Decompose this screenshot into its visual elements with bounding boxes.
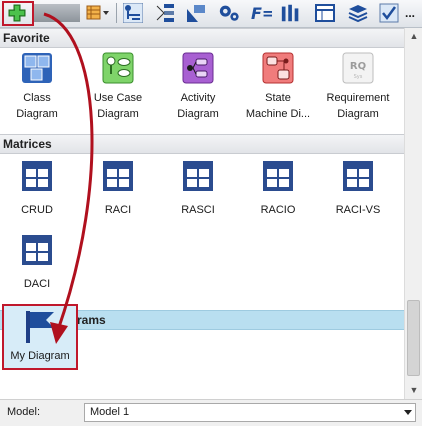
- state-machine-diagram-tile[interactable]: State Machine Di...: [238, 52, 318, 122]
- matrix-tile-daci[interactable]: DACI: [0, 234, 77, 292]
- tile-label: RACI: [104, 204, 132, 216]
- tile-label: Diagram: [177, 108, 219, 120]
- shape-icon: [187, 5, 205, 22]
- model-row: Model: Model 1: [0, 399, 422, 426]
- toolbar-tree-button[interactable]: [122, 2, 144, 24]
- requirement-diagram-icon: RQ Sys: [342, 52, 374, 84]
- favorite-section-header: Favorite: [0, 28, 404, 48]
- svg-text:Sys: Sys: [354, 74, 363, 80]
- toolbar-tools-button[interactable]: [280, 2, 302, 24]
- tools-icon: [281, 4, 299, 22]
- my-diagram-tile[interactable]: My Diagram: [2, 304, 78, 370]
- tile-label: RACI-VS: [335, 204, 381, 216]
- toolbar-check-button[interactable]: [378, 2, 400, 24]
- diagram-type-dropdown[interactable]: [84, 2, 112, 24]
- matrix-tile-raci-vs[interactable]: RACI-VS: [318, 160, 398, 218]
- scroll-down-icon[interactable]: ▼: [408, 384, 420, 396]
- gear-icon: [219, 5, 239, 21]
- matrix-icon: [103, 161, 133, 191]
- matrix-icon: [183, 161, 213, 191]
- tree-icon: [123, 3, 143, 23]
- matrix-tile-raci[interactable]: RACI: [78, 160, 158, 218]
- state-machine-diagram-icon: [262, 52, 294, 84]
- requirement-diagram-tile[interactable]: RQ Sys Requirement Diagram: [318, 52, 398, 122]
- toolbar-settings-button[interactable]: [218, 2, 240, 24]
- layers-icon: [348, 5, 368, 23]
- toolbar-hierarchy-button[interactable]: [154, 2, 176, 24]
- tile-label: Diagram: [337, 108, 379, 120]
- class-diagram-tile[interactable]: Class Diagram: [0, 52, 77, 122]
- tile-label: RASCI: [181, 204, 215, 216]
- model-label: Model:: [7, 406, 41, 418]
- tile-label: Diagram: [97, 108, 139, 120]
- matrix-icon: [263, 161, 293, 191]
- hierarchy-icon: [156, 4, 174, 22]
- tile-label: My Diagram: [10, 350, 70, 362]
- flag-icon: [26, 311, 54, 343]
- grid-dropdown-icon: [86, 5, 109, 20]
- toolbar-layers-button[interactable]: [347, 2, 369, 24]
- toolbar-table-button[interactable]: [314, 2, 336, 24]
- function-icon: F=: [251, 4, 272, 23]
- matrix-icon: [22, 161, 52, 191]
- toolbar-disabled-area: [34, 4, 80, 22]
- tile-label: Use Case: [93, 92, 143, 104]
- tile-label: RACIO: [260, 204, 296, 216]
- matrix-tile-racio[interactable]: RACIO: [238, 160, 318, 218]
- tile-label: Activity: [180, 92, 216, 104]
- matrices-section-header: Matrices: [0, 134, 404, 154]
- activity-diagram-tile[interactable]: Activity Diagram: [158, 52, 238, 122]
- scroll-up-icon[interactable]: ▲: [408, 30, 420, 42]
- toolbar-shape-button[interactable]: [185, 2, 207, 24]
- use-case-diagram-tile[interactable]: Use Case Diagram: [78, 52, 158, 122]
- toolbar-function-button[interactable]: F=: [250, 2, 272, 24]
- add-button-highlight: [2, 1, 34, 26]
- toolbar-separator: [116, 3, 117, 23]
- chevron-down-icon: [404, 410, 412, 415]
- activity-diagram-icon: [182, 52, 214, 84]
- toolbar: F= ...: [0, 0, 422, 28]
- tile-label: Diagram: [16, 108, 58, 120]
- tile-label: CRUD: [21, 204, 53, 216]
- model-select[interactable]: Model 1: [84, 403, 416, 422]
- vertical-scrollbar[interactable]: ▲ ▼: [404, 28, 422, 399]
- svg-text:F=: F=: [251, 4, 272, 23]
- use-case-diagram-icon: [102, 52, 134, 84]
- toolbar-more-button[interactable]: ...: [400, 2, 420, 24]
- tile-label: DACI: [23, 278, 51, 290]
- matrix-icon: [343, 161, 373, 191]
- tile-label: Class: [23, 92, 51, 104]
- model-select-value: Model 1: [90, 406, 130, 418]
- table-icon: [315, 4, 335, 22]
- matrix-icon: [22, 235, 52, 265]
- matrix-tile-rasci[interactable]: RASCI: [158, 160, 238, 218]
- matrix-tile-crud[interactable]: CRUD: [0, 160, 77, 218]
- tile-label: State: [265, 92, 291, 104]
- check-icon: [379, 3, 399, 23]
- tile-label: Requirement: [326, 92, 390, 104]
- scrollbar-thumb[interactable]: [407, 300, 420, 376]
- tile-label: Machine Di...: [245, 108, 311, 120]
- class-diagram-icon: [22, 53, 52, 83]
- svg-text:RQ: RQ: [350, 61, 366, 72]
